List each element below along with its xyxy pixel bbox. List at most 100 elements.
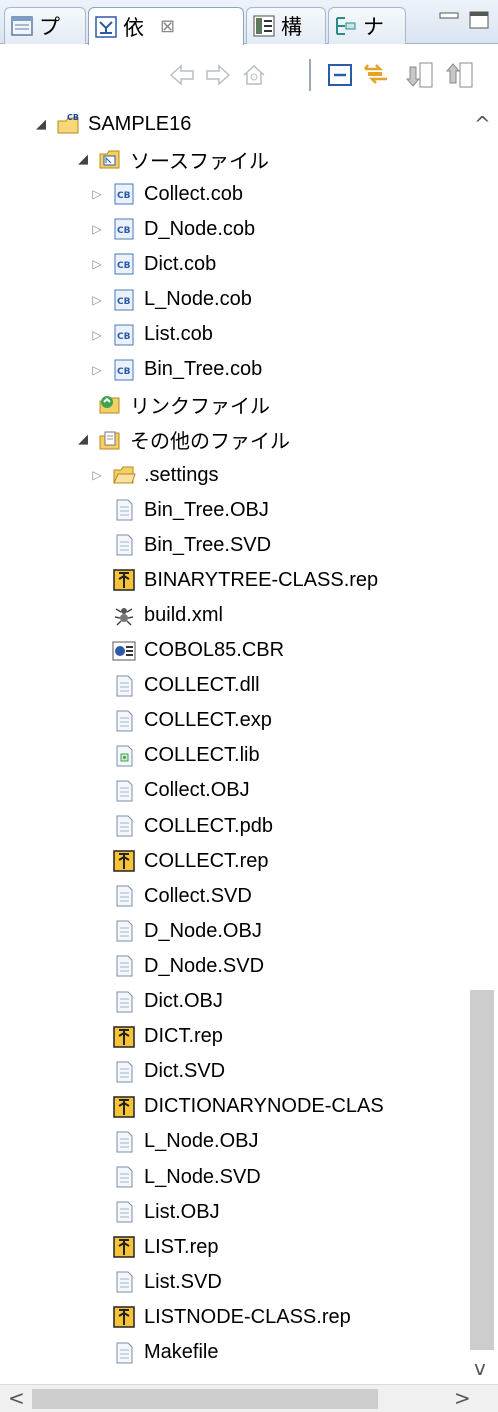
svg-text:CB: CB [117, 367, 131, 377]
tree-row[interactable]: Dict.SVD [0, 1054, 466, 1090]
view-tab-bar: プ 依 ⊠ 構 ナ [0, 0, 498, 45]
tree-row[interactable]: ▷ CB Collect.cob [0, 176, 466, 212]
tree-row[interactable]: ◢ CB SAMPLE16 [0, 106, 466, 142]
collapse-all-icon[interactable] [326, 61, 354, 89]
structure-icon [253, 15, 275, 37]
svg-text:CB: CB [117, 191, 131, 201]
file-icon [116, 499, 133, 521]
svg-text:CB: CB [117, 297, 131, 307]
scroll-right-arrow[interactable]: > [454, 1386, 471, 1410]
view-toolbar [0, 45, 498, 102]
minimize-icon[interactable] [438, 10, 460, 30]
tree-row[interactable]: L_Node.SVD [0, 1159, 466, 1195]
forward-arrow-icon[interactable] [204, 61, 232, 89]
tree-item-label: Makefile [144, 1341, 219, 1363]
scroll-down-arrow[interactable]: v [474, 1356, 486, 1380]
tree-row[interactable]: Makefile [0, 1335, 466, 1371]
svg-text:CB: CB [117, 261, 131, 271]
horizontal-scroll-thumb[interactable] [32, 1389, 378, 1409]
collapsed-twisty-icon[interactable]: ▷ [88, 185, 106, 203]
tree-item-label: DICTIONARYNODE-CLAS [144, 1095, 384, 1118]
tree-row[interactable]: build.xml [0, 597, 466, 633]
tree-row[interactable]: Dict.OBJ [0, 984, 466, 1020]
down-arrow-icon[interactable] [406, 61, 434, 89]
tree-row[interactable]: ▷ CB List.cob [0, 317, 466, 353]
tree-row[interactable]: Collect.OBJ [0, 773, 466, 809]
tree-row[interactable]: Collect.SVD [0, 878, 466, 914]
tree-row[interactable]: COLLECT.rep [0, 843, 466, 879]
tree-row[interactable]: Bin_Tree.SVD [0, 527, 466, 563]
package-explorer-icon [11, 16, 33, 36]
tree-row[interactable]: ▷ CB Dict.cob [0, 246, 466, 282]
file-icon [116, 885, 133, 907]
tree-item-label: Collect.SVD [144, 884, 252, 907]
expanded-twisty-icon[interactable]: ◢ [74, 431, 92, 449]
vertical-scroll-thumb[interactable] [470, 990, 494, 1350]
tree-row[interactable]: ▷ CB L_Node.cob [0, 282, 466, 318]
tree-row[interactable]: COLLECT.dll [0, 668, 466, 704]
collapsed-twisty-icon[interactable]: ▷ [88, 361, 106, 379]
tree-row[interactable]: D_Node.SVD [0, 948, 466, 984]
link-file-icon [99, 395, 120, 414]
tree-row[interactable]: List.OBJ [0, 1194, 466, 1230]
tree-item-label: List.OBJ [144, 1200, 220, 1223]
expanded-twisty-icon[interactable]: ◢ [32, 115, 50, 133]
file-icon [116, 780, 133, 802]
tree-row[interactable]: COLLECT.pdb [0, 808, 466, 844]
tree-row[interactable]: D_Node.OBJ [0, 913, 466, 949]
dependency-icon [95, 15, 117, 38]
scroll-left-arrow[interactable]: < [8, 1386, 25, 1410]
tree-item-label: その他のファイル [130, 431, 290, 454]
tree-row[interactable]: LIST.rep [0, 1229, 466, 1265]
up-arrow-icon[interactable] [446, 61, 474, 89]
collapsed-twisty-icon[interactable]: ▷ [88, 326, 106, 344]
scroll-up-arrow[interactable]: ^ [474, 112, 491, 136]
tab-dependency[interactable]: 依 ⊠ [88, 7, 244, 45]
collapsed-twisty-icon[interactable]: ▷ [88, 466, 106, 484]
close-tab-icon[interactable]: ⊠ [160, 16, 175, 37]
tree-row[interactable]: LISTNODE-CLASS.rep [0, 1299, 466, 1335]
tab-navigator[interactable]: ナ [328, 7, 406, 44]
cobol-file-icon: CB [114, 253, 134, 275]
cobol-file-icon: CB [114, 359, 134, 381]
tree-row[interactable]: リンクファイル [0, 387, 466, 423]
tree-item-label: LISTNODE-CLASS.rep [144, 1305, 351, 1328]
rep-file-icon [113, 1306, 135, 1329]
tab-package-explorer[interactable]: プ [4, 7, 86, 44]
home-icon[interactable] [240, 61, 268, 89]
collapsed-twisty-icon[interactable]: ▷ [88, 220, 106, 238]
tree-item-label: COLLECT.lib [144, 744, 260, 767]
collapsed-twisty-icon[interactable]: ▷ [88, 255, 106, 273]
tree-row[interactable]: DICT.rep [0, 1019, 466, 1055]
back-arrow-icon[interactable] [168, 61, 196, 89]
tree-row[interactable]: List.SVD [0, 1264, 466, 1300]
rep-file-icon [113, 1096, 135, 1118]
tree-row[interactable]: ◢ その他のファイル [0, 422, 466, 458]
tree-item-label: D_Node.SVD [144, 954, 265, 977]
tree-row[interactable]: COLLECT.exp [0, 703, 466, 739]
tab-structure[interactable]: 構 [246, 7, 326, 44]
tree-row[interactable]: ▷ CB D_Node.cob [0, 211, 466, 247]
tree-item-label: COLLECT.dll [144, 674, 260, 697]
tree-row[interactable]: COBOL85.CBR [0, 633, 466, 669]
expanded-twisty-icon[interactable]: ◢ [74, 150, 92, 168]
collapsed-twisty-icon[interactable]: ▷ [88, 291, 106, 309]
folder-icon [113, 466, 136, 484]
tree-row[interactable]: COLLECT.lib [0, 738, 466, 774]
tree-row[interactable]: ◢ ソースファイル [0, 141, 466, 177]
tree-row[interactable]: DICTIONARYNODE-CLAS [0, 1089, 466, 1125]
tree-row[interactable]: ▷ .settings [0, 457, 466, 493]
maximize-icon[interactable] [468, 10, 490, 30]
tree-row[interactable]: Bin_Tree.OBJ [0, 492, 466, 528]
link-with-editor-icon[interactable] [362, 61, 390, 89]
tree-row[interactable]: L_Node.OBJ [0, 1124, 466, 1160]
tree-row[interactable]: ▷ CB Bin_Tree.cob [0, 352, 466, 388]
source-folder-icon [99, 150, 120, 169]
tree-row[interactable]: BINARYTREE-CLASS.rep [0, 562, 466, 598]
file-icon [116, 991, 133, 1012]
